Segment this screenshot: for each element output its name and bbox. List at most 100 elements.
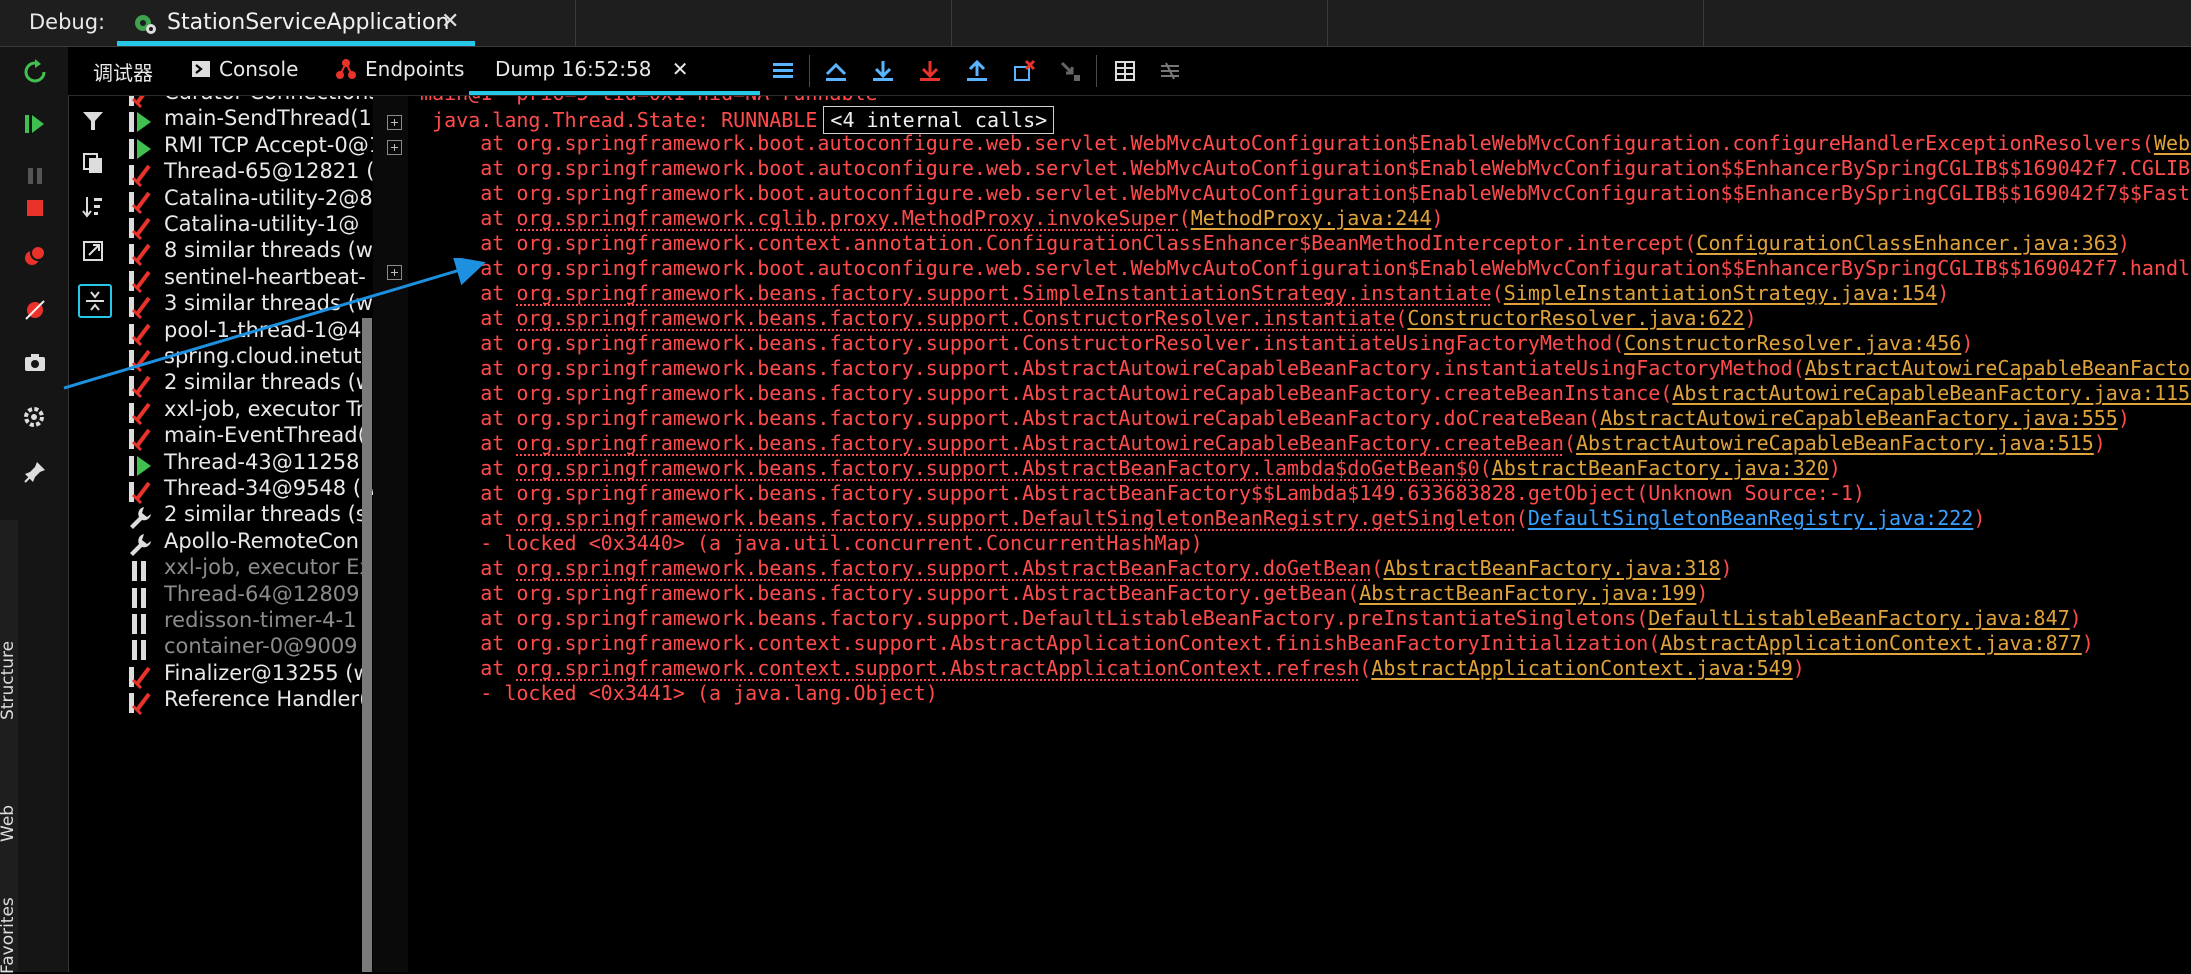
stack-frame-method[interactable]: org.springframework.beans.factory.suppor… [516,506,1515,530]
stack-frame-paren: ( [1479,456,1492,480]
tab-endpoints[interactable]: Endpoints [335,57,464,81]
stack-frame-method[interactable]: org.springframework.beans.factory.suppor… [516,556,1371,580]
stack-frame-paren: ( [1515,506,1528,530]
source-location-link[interactable]: AbstractBeanFactory.java:318 [1383,556,1720,580]
stack-indent [408,306,480,330]
stack-frame-method[interactable]: org.springframework.beans.factory.suppor… [516,456,1479,480]
source-location-link[interactable]: AbstractBeanFactory.java:320 [1492,456,1829,480]
stop-icon[interactable] [20,193,50,223]
sort-threads-icon[interactable] [78,192,108,222]
stack-frame-paren: ) [1828,456,1841,480]
show-execution-point-icon[interactable] [821,56,851,86]
rerun-icon[interactable] [20,57,50,87]
stack-indent [408,108,432,132]
stack-frame-text: at [480,656,517,680]
step-into-icon[interactable] [915,56,945,86]
stack-indent [408,456,480,480]
fold-gutter [373,96,408,972]
stack-frame-method[interactable]: org.springframework.beans.factory.suppor… [516,431,1564,455]
source-location-link[interactable]: AbstractAutowireCapableBeanFactory.java:… [1672,381,2191,405]
structure-tool-window-button[interactable]: Structure [0,641,18,720]
expand-fold-icon[interactable] [387,115,402,130]
thread-row[interactable]: Reference Handler( [117,684,373,720]
source-location-link[interactable]: DefaultSingletonBeanRegistry.java:222 [1528,506,1974,530]
pause-program-icon[interactable] [20,161,50,191]
source-location-link[interactable]: SimpleInstantiationStrategy.java:154 [1504,281,1937,305]
favorites-tool-window-button[interactable]: Favorites [0,897,18,974]
export-to-text-icon[interactable] [78,236,108,266]
stack-indent [408,256,480,280]
stack-frame-paren: ( [1563,431,1576,455]
close-session-tab-icon[interactable]: ✕ [441,9,459,34]
source-location-link[interactable]: AbstractAutowireCapableBeanFactor [1805,356,2191,380]
debugger-toolbar: 调试器 Console Endpoints Dump 16:52:58 ✕ [68,47,2191,96]
expand-fold-icon[interactable] [387,140,402,155]
merge-identical-stacks-icon[interactable] [78,284,112,318]
stack-indent [408,181,480,205]
copy-to-clipboard-icon[interactable] [78,148,108,178]
stack-indent [408,156,480,180]
web-tool-window-button[interactable]: Web [0,805,18,842]
filter-icon[interactable] [78,106,108,136]
tab-dump[interactable]: Dump 16:52:58 ✕ [495,57,689,81]
get-thread-dump-icon[interactable] [20,347,50,377]
stack-frame-paren: ) [2117,231,2130,255]
stack-frame-line: - locked <0x3441> (a java.lang.Object) [408,681,938,716]
stack-indent [408,206,480,230]
view-breakpoints-icon[interactable] [20,241,50,271]
stack-frame-paren: ) [1431,206,1444,230]
stack-frame-text: at [480,281,517,305]
topbar-divider [951,0,952,46]
trace-current-stream-icon[interactable] [1155,56,1185,86]
debug-session-tab[interactable]: StationServiceApplication ✕ [117,0,475,46]
stack-indent [408,406,480,430]
stack-frame-method[interactable]: org.springframework.cglib.proxy.MethodPr… [516,206,1178,230]
source-location-link[interactable]: ConfigurationClassEnhancer.java:363 [1696,231,2117,255]
thread-list-scrollbar[interactable] [362,318,372,972]
source-location-link[interactable]: WebM [2154,131,2191,155]
endpoints-icon [336,59,356,79]
source-location-link[interactable]: AbstractBeanFactory.java:199 [1359,581,1696,605]
stack-frame-method[interactable]: org.springframework.beans.factory.suppor… [516,306,1395,330]
step-over-icon[interactable] [868,56,898,86]
stack-frame-text: at [480,306,517,330]
thread-name: RMI TCP Accept-0@1 [164,132,373,157]
source-location-link[interactable]: DefaultListableBeanFactory.java:847 [1648,606,2069,630]
evaluate-expression-icon[interactable] [1110,56,1140,86]
settings-gear-icon[interactable] [20,403,50,433]
close-dump-tab-icon[interactable]: ✕ [672,57,689,81]
thread-name: xxl-job, executor Ex [164,555,372,580]
mute-breakpoints-icon[interactable] [20,295,50,325]
stack-indent [408,381,480,405]
source-location-link[interactable]: ConstructorResolver.java:622 [1407,306,1744,330]
stack-frame-paren: ) [1720,556,1733,580]
pin-tab-icon[interactable] [20,457,50,487]
source-location-link[interactable]: MethodProxy.java:244 [1191,206,1432,230]
thread-name: xxl-job, executor Tr [164,396,365,421]
expand-fold-icon[interactable] [387,265,402,280]
thread-name: Apollo-RemoteCon [164,528,359,553]
stack-indent [408,131,480,155]
stack-frame-text: at [480,431,517,455]
source-location-link[interactable]: AbstractApplicationContext.java:877 [1660,631,2081,655]
source-location-link[interactable]: ConstructorResolver.java:456 [1624,331,1961,355]
stack-frame-text: java.lang.Thread.State: RUNNABLE [432,108,818,132]
stack-frame-method[interactable]: org.springframework.beans.factory.suppor… [516,281,1491,305]
source-location-link[interactable]: AbstractApplicationContext.java:549 [1371,656,1792,680]
resume-program-icon[interactable] [20,109,50,139]
stack-frame-method[interactable]: org.springframework.context.support.Abst… [516,656,1359,680]
stack-indent [408,681,480,705]
internal-calls-folded[interactable]: <4 internal calls> [823,106,1055,134]
source-location-link[interactable]: AbstractAutowireCapableBeanFactory.java:… [1600,406,2118,430]
tab-console[interactable]: Console [191,57,298,81]
step-out-icon[interactable] [962,56,992,86]
drop-frame-icon[interactable] [1009,56,1039,86]
thread-name: redisson-timer-4-1 [164,608,357,632]
topbar-divider [1703,0,1704,46]
layout-menu-icon[interactable] [768,56,798,86]
run-to-cursor-icon[interactable] [1055,56,1085,86]
source-location-link[interactable]: AbstractAutowireCapableBeanFactory.java:… [1576,431,2094,455]
stack-frame-text: at [480,206,517,230]
thread-name: Thread-43@11258 [164,449,360,474]
tab-debugger[interactable]: 调试器 [93,57,153,86]
